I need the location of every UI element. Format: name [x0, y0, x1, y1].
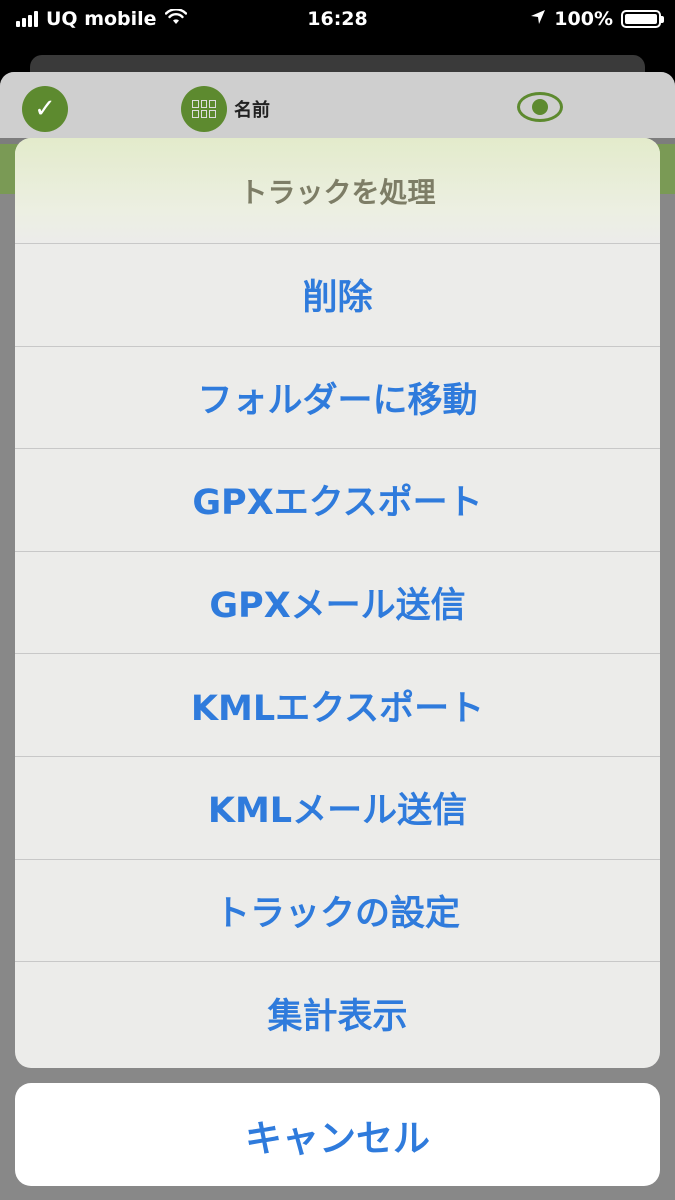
status-right: 100% — [530, 8, 664, 30]
battery-icon — [621, 10, 664, 28]
grid-view-icon[interactable] — [181, 86, 227, 132]
checkmark-icon[interactable]: ✓ — [22, 86, 68, 132]
sort-label[interactable]: 名前 — [234, 96, 270, 122]
action-sheet: トラックを処理 削除 フォルダーに移動 GPXエクスポート GPXメール送信 K… — [15, 138, 660, 1068]
app-toolbar: ✓ 名前 — [0, 72, 675, 138]
action-track-settings[interactable]: トラックの設定 — [15, 860, 660, 963]
location-arrow-icon — [530, 8, 546, 30]
action-kml-mail[interactable]: KMLメール送信 — [15, 757, 660, 860]
action-delete[interactable]: 削除 — [15, 244, 660, 347]
action-gpx-export[interactable]: GPXエクスポート — [15, 449, 660, 552]
cancel-button[interactable]: キャンセル — [15, 1083, 660, 1186]
battery-percent: 100% — [554, 8, 613, 30]
action-kml-export[interactable]: KMLエクスポート — [15, 654, 660, 757]
eye-icon[interactable] — [517, 92, 563, 122]
action-gpx-mail[interactable]: GPXメール送信 — [15, 552, 660, 655]
action-move-to-folder[interactable]: フォルダーに移動 — [15, 347, 660, 450]
status-bar: UQ mobile 16:28 100% — [0, 0, 675, 40]
action-summary[interactable]: 集計表示 — [15, 962, 660, 1065]
action-sheet-title: トラックを処理 — [15, 138, 660, 244]
